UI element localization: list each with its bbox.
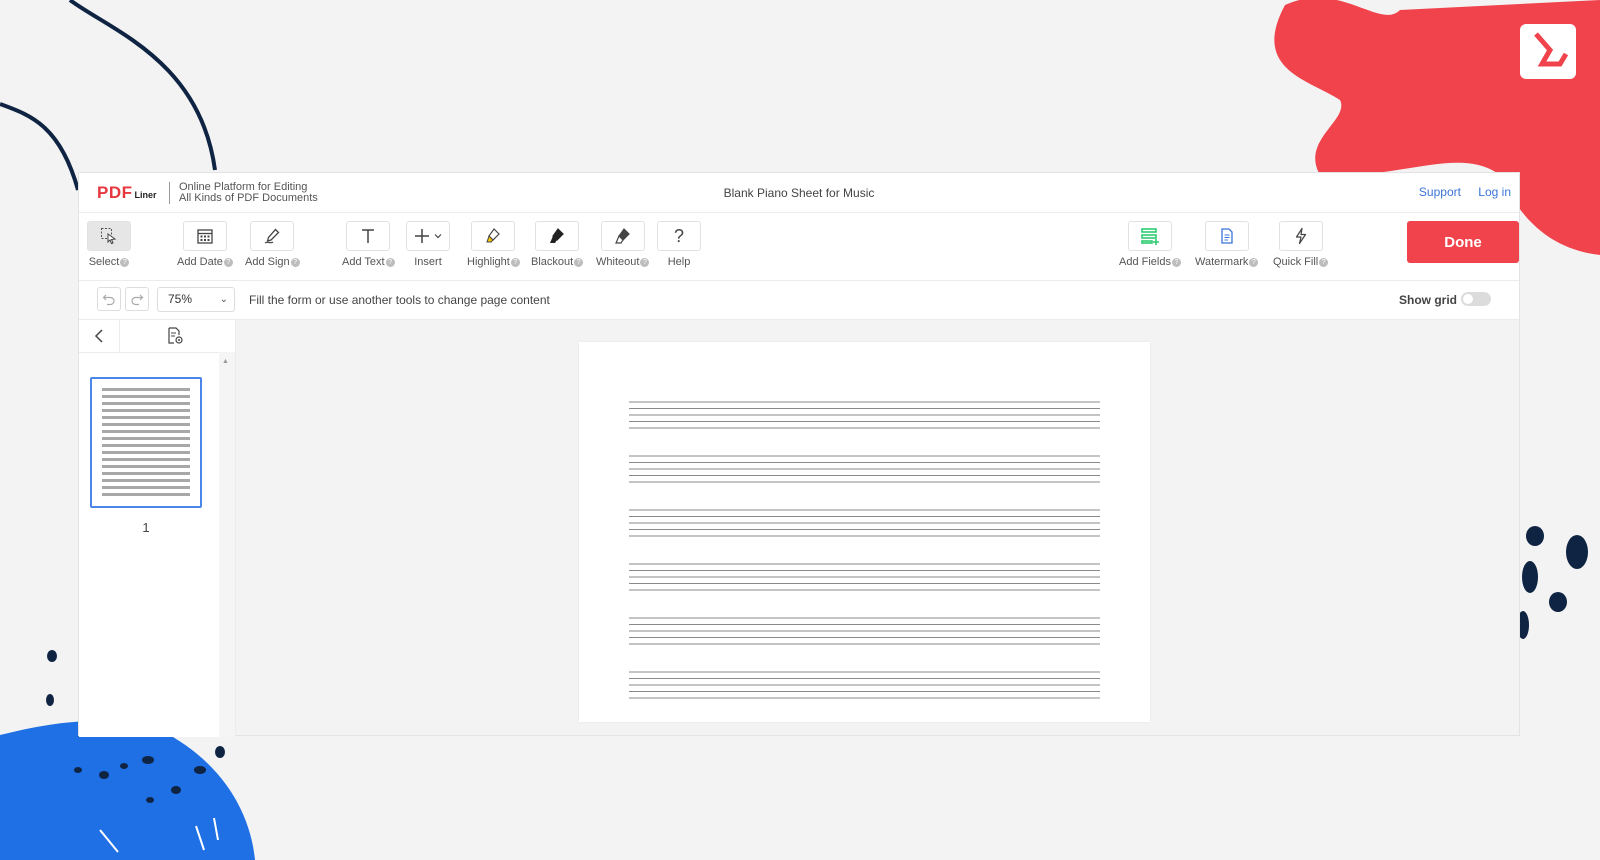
lightning-icon: [1278, 221, 1323, 251]
pen-icon: [250, 221, 295, 251]
help-button[interactable]: ? Help: [657, 221, 701, 268]
staff: [629, 509, 1100, 537]
calendar-icon: [182, 221, 227, 251]
staff: [629, 563, 1100, 591]
add-text-label: Add Text: [342, 256, 385, 268]
quick-fill-button[interactable]: Quick Fill?: [1273, 221, 1329, 268]
blackout-label: Blackout: [531, 256, 574, 268]
fields-icon: [1127, 221, 1172, 251]
music-staves: [629, 401, 1100, 699]
whiteout-eraser-icon: [600, 221, 645, 251]
add-text-help-badge[interactable]: ?: [385, 257, 395, 267]
quick-fill-label: Quick Fill: [1273, 256, 1319, 268]
highlighter-icon: [471, 221, 516, 251]
blackout-button[interactable]: Blackout?: [531, 221, 584, 268]
highlight-help-badge[interactable]: ?: [510, 257, 520, 267]
thumbnail-preview: [102, 388, 190, 497]
staff: [629, 671, 1100, 699]
page-number: 1: [142, 520, 150, 535]
chevron-left-icon: [94, 329, 103, 343]
undo-icon: [102, 294, 115, 306]
highlight-label: Highlight: [467, 256, 510, 268]
add-text-button[interactable]: Add Text?: [342, 221, 395, 268]
add-fields-help-badge[interactable]: ?: [1171, 257, 1181, 267]
document-canvas: [236, 320, 1519, 735]
whiteout-help-badge[interactable]: ?: [640, 257, 650, 267]
blackout-help-badge[interactable]: ?: [574, 257, 584, 267]
document-title: Blank Piano Sheet for Music: [723, 186, 875, 200]
text-t-icon: [346, 221, 391, 251]
zoom-select[interactable]: 75% ⌄: [157, 287, 235, 312]
add-date-help-badge[interactable]: ?: [223, 257, 233, 267]
options-bar: 75% ⌄ Fill the form or use another tools…: [79, 281, 1519, 320]
whiteout-label: Whiteout: [596, 256, 640, 268]
show-grid-label: Show grid: [1399, 293, 1457, 307]
add-fields-button[interactable]: Add Fields?: [1119, 221, 1181, 268]
staff: [629, 455, 1100, 483]
blackout-brush-icon: [535, 221, 580, 251]
zoom-value: 75%: [168, 292, 193, 306]
help-label: Help: [667, 256, 691, 268]
watermark-icon: [1204, 221, 1249, 251]
add-sign-label: Add Sign: [245, 256, 290, 268]
select-label: Select: [88, 256, 120, 268]
pdf-editor-window: PDF Liner Online Platform for Editing All…: [78, 172, 1520, 737]
add-date-button[interactable]: Add Date?: [177, 221, 233, 268]
add-date-label: Add Date: [177, 256, 223, 268]
redo-icon: [131, 294, 144, 306]
whiteout-button[interactable]: Whiteout?: [596, 221, 650, 268]
add-sign-help-badge[interactable]: ?: [290, 257, 300, 267]
watermark-label: Watermark: [1195, 256, 1249, 268]
staff: [629, 401, 1100, 429]
help-glyph: ?: [673, 225, 684, 246]
page-settings-button[interactable]: [165, 326, 185, 351]
collapse-sidebar-button[interactable]: [79, 320, 120, 352]
page-settings-icon: [168, 327, 183, 344]
insert-label: Insert: [414, 256, 442, 268]
undo-button[interactable]: [97, 287, 121, 311]
question-icon: ?: [657, 221, 701, 251]
support-link[interactable]: Support: [1419, 185, 1461, 199]
editor-hint: Fill the form or use another tools to ch…: [249, 293, 550, 307]
main-toolbar: Select? Add Date? Add Sign? Add Text? In…: [79, 213, 1519, 281]
watermark-button[interactable]: Watermark?: [1195, 221, 1259, 268]
redo-button[interactable]: [125, 287, 149, 311]
document-page[interactable]: [579, 342, 1150, 722]
insert-dropdown-button[interactable]: Insert: [406, 221, 450, 268]
watermark-help-badge[interactable]: ?: [1249, 257, 1259, 267]
top-bar: PDF Liner Online Platform for Editing All…: [79, 173, 1519, 213]
done-button[interactable]: Done: [1407, 221, 1519, 263]
page-thumbnail[interactable]: [90, 377, 202, 508]
top-links: Support Log in: [1405, 185, 1511, 199]
thumbnail-scrollbar[interactable]: [219, 352, 235, 737]
chevron-down-icon: ⌄: [219, 294, 228, 305]
plus-icon: [406, 221, 450, 251]
add-fields-label: Add Fields: [1119, 256, 1171, 268]
select-help-badge[interactable]: ?: [120, 257, 130, 267]
login-link[interactable]: Log in: [1478, 185, 1511, 199]
scroll-up-arrow-icon[interactable]: ▲: [222, 358, 229, 365]
staff: [629, 617, 1100, 645]
select-cursor-icon: [87, 221, 131, 251]
highlight-button[interactable]: Highlight?: [467, 221, 520, 268]
page-thumbnails-sidebar: ▲ 1: [79, 320, 236, 737]
add-sign-button[interactable]: Add Sign?: [245, 221, 300, 268]
select-tool-button[interactable]: Select?: [87, 221, 131, 268]
show-grid-toggle[interactable]: [1461, 292, 1491, 306]
quick-fill-help-badge[interactable]: ?: [1319, 257, 1329, 267]
sidebar-header: [79, 320, 235, 353]
